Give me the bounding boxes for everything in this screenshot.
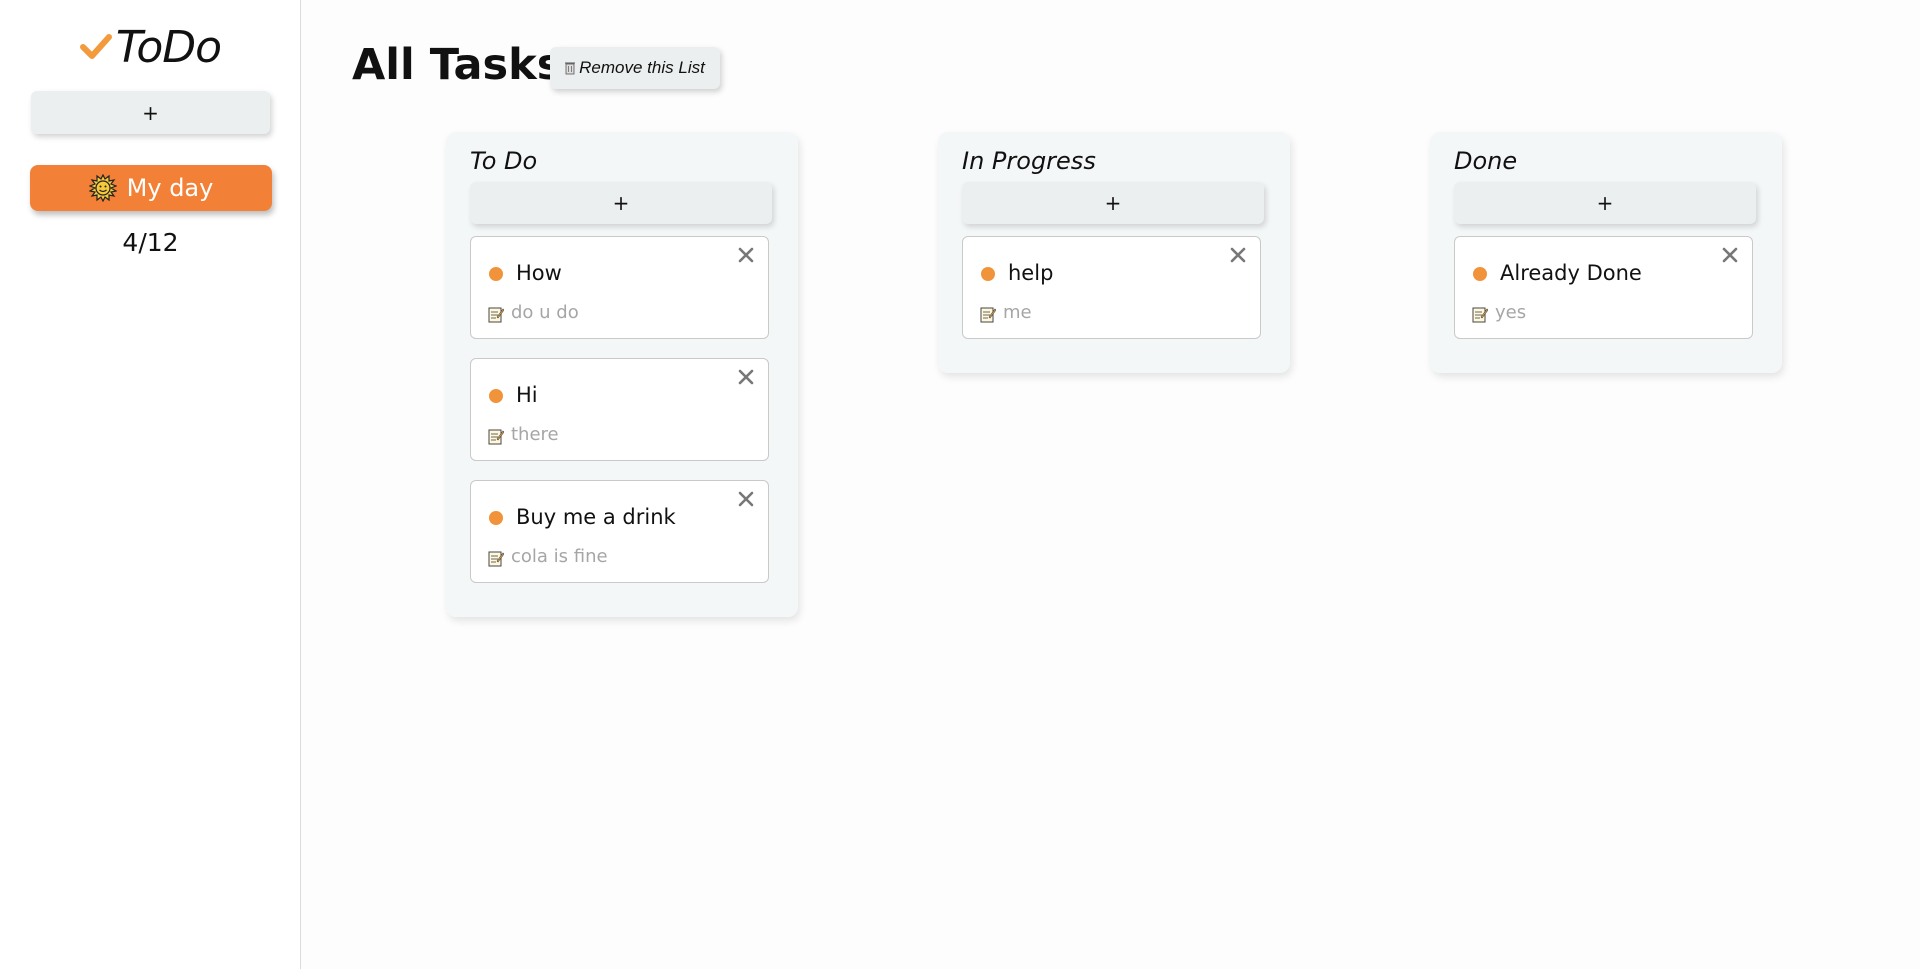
task-card[interactable]: Already Done yes [1454, 236, 1753, 339]
close-icon[interactable] [736, 489, 756, 509]
sidebar-item-my-day[interactable]: My day [30, 165, 272, 211]
note-icon [1472, 307, 1488, 323]
sidebar: ToDo + My day 4/12 [0, 0, 301, 969]
card-list: Already Done yes [1454, 236, 1758, 339]
task-card[interactable]: Buy me a drink cola is fine [470, 480, 769, 583]
close-icon[interactable] [1228, 245, 1248, 265]
remove-list-label: Remove this List [579, 58, 705, 77]
status-dot [1473, 267, 1487, 281]
add-list-button[interactable]: + [31, 91, 270, 134]
task-title: Buy me a drink [516, 505, 676, 529]
logo-text: ToDo [115, 21, 222, 73]
task-description: there [511, 424, 559, 445]
trash-icon [565, 62, 576, 75]
card-list: help me [962, 236, 1266, 339]
column-in-progress: In Progress + help me [938, 132, 1290, 373]
task-title: Already Done [1500, 261, 1642, 285]
sidebar-item-label: My day [126, 174, 214, 202]
note-icon [488, 429, 504, 445]
status-dot [489, 267, 503, 281]
add-task-button[interactable]: + [470, 182, 772, 224]
app: ToDo + My day 4/12 All Tasks Remove this… [0, 0, 1920, 969]
close-icon[interactable] [1720, 245, 1740, 265]
column-title: To Do [470, 147, 538, 175]
status-dot [489, 389, 503, 403]
task-description: yes [1495, 302, 1527, 323]
add-task-button[interactable]: + [962, 182, 1264, 224]
card-list: How do u do Hi there Buy me a drink cola… [470, 236, 774, 583]
task-description: me [1003, 302, 1032, 323]
status-dot [981, 267, 995, 281]
task-title: Hi [516, 383, 538, 407]
note-icon [488, 307, 504, 323]
task-card[interactable]: Hi there [470, 358, 769, 461]
page-title: All Tasks [352, 40, 563, 90]
check-icon [79, 34, 112, 59]
status-dot [489, 511, 503, 525]
column-title: In Progress [962, 147, 1096, 175]
task-count: 4/12 [122, 228, 179, 257]
task-title: How [516, 261, 562, 285]
column-title: Done [1454, 147, 1518, 175]
add-task-button[interactable]: + [1454, 182, 1756, 224]
task-card[interactable]: help me [962, 236, 1261, 339]
column-done: Done + Already Done yes [1430, 132, 1782, 373]
note-icon [488, 551, 504, 567]
close-icon[interactable] [736, 245, 756, 265]
remove-list-button[interactable]: Remove this List [550, 47, 720, 89]
column-to-do: To Do + How do u do Hi there Buy me a dr… [446, 132, 798, 617]
close-icon[interactable] [736, 367, 756, 387]
sun-icon [88, 174, 117, 202]
task-description: do u do [511, 302, 579, 323]
logo: ToDo [0, 18, 301, 76]
task-title: help [1008, 261, 1054, 285]
task-description: cola is fine [511, 546, 608, 567]
task-card[interactable]: How do u do [470, 236, 769, 339]
note-icon [980, 307, 996, 323]
